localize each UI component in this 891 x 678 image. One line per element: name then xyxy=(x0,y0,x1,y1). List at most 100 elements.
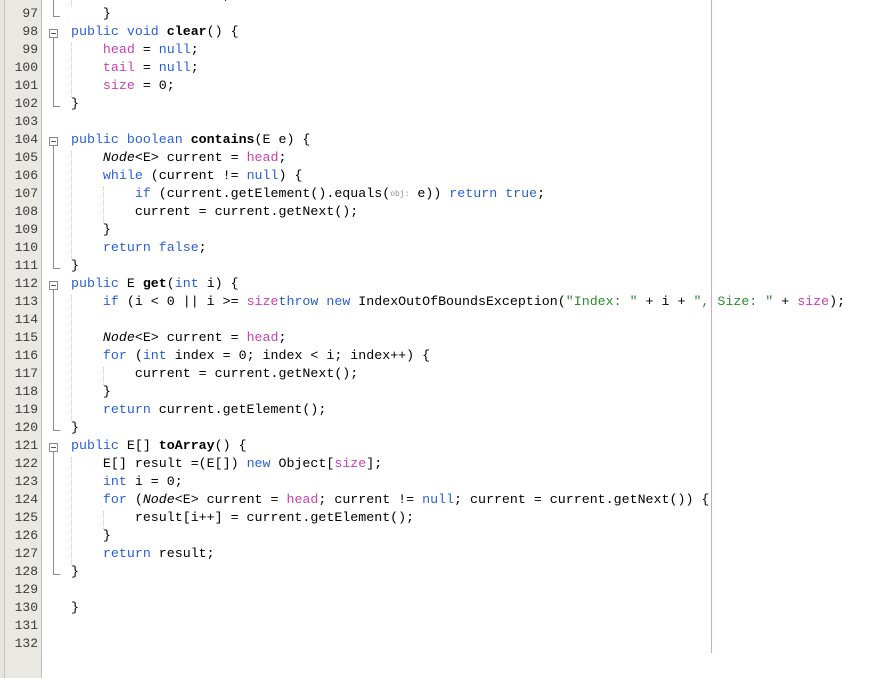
line-number: 132 xyxy=(14,636,38,651)
code-text: E[] result =(E[]) new Object[size]; xyxy=(71,455,382,473)
code-text: } xyxy=(71,563,79,581)
code-line[interactable]: 101 size = 0; xyxy=(0,77,891,95)
code-line[interactable]: 122 E[] result =(E[]) new Object[size]; xyxy=(0,455,891,473)
code-text: public void clear() { xyxy=(71,23,239,41)
code-line[interactable]: 99 head = null; xyxy=(0,41,891,59)
line-number: 120 xyxy=(14,420,38,435)
code-line[interactable]: 102} xyxy=(0,95,891,113)
code-line[interactable]: 117 current = current.getNext(); xyxy=(0,365,891,383)
line-number: 102 xyxy=(14,96,38,111)
code-text: for (int index = 0; index < i; index++) … xyxy=(71,347,430,365)
indent-guide xyxy=(71,43,72,97)
code-token: ; xyxy=(278,150,287,165)
code-token: ; xyxy=(190,42,199,57)
fold-collapse-icon[interactable] xyxy=(49,443,58,452)
line-number: 107 xyxy=(14,186,38,201)
code-token: E xyxy=(126,276,143,291)
code-token: index = 0; index < i; index++) { xyxy=(166,348,431,363)
code-line[interactable]: 103 xyxy=(0,113,891,131)
code-token: () { xyxy=(206,24,239,39)
code-text: return result; xyxy=(71,545,215,563)
code-text: public E get(int i) { xyxy=(71,275,239,293)
code-line[interactable]: 110 return false; xyxy=(0,239,891,257)
code-line[interactable]: 124 for (Node<E> current = head; current… xyxy=(0,491,891,509)
fold-line xyxy=(53,452,54,574)
code-line[interactable]: 106 while (current != null) { xyxy=(0,167,891,185)
code-token: (current != xyxy=(142,168,247,183)
line-number: 101 xyxy=(14,78,38,93)
code-token: null xyxy=(158,60,191,75)
code-text: public E[] toArray() { xyxy=(71,437,247,455)
code-text: } xyxy=(71,419,79,437)
code-line[interactable]: 123 int i = 0; xyxy=(0,473,891,491)
code-token: null xyxy=(246,168,279,183)
code-line[interactable]: 111} xyxy=(0,257,891,275)
fold-end-marker xyxy=(53,16,60,17)
code-token: null xyxy=(422,492,455,507)
code-line[interactable]: 131 xyxy=(0,617,891,635)
fold-collapse-icon[interactable] xyxy=(49,29,58,38)
code-line[interactable]: 119 return current.getElement(); xyxy=(0,401,891,419)
code-text: } xyxy=(71,527,111,545)
indent-guide xyxy=(103,367,104,385)
code-line[interactable]: 120} xyxy=(0,419,891,437)
code-line[interactable]: 112 public E get(int i) { xyxy=(0,275,891,293)
line-number: 131 xyxy=(14,618,38,633)
code-line[interactable]: 115 Node<E> current = head; xyxy=(0,329,891,347)
code-token: if xyxy=(71,186,151,201)
code-line[interactable]: 129 xyxy=(0,581,891,599)
line-number: 119 xyxy=(14,402,38,417)
code-token: throw new xyxy=(278,294,359,309)
code-line[interactable]: 108 current = current.getNext(); xyxy=(0,203,891,221)
code-line[interactable]: 132 xyxy=(0,635,891,653)
code-line[interactable]: 114 xyxy=(0,311,891,329)
code-line[interactable]: 113 if (i < 0 || i >= sizethrow new Inde… xyxy=(0,293,891,311)
code-token: current = current.getNext(); xyxy=(71,204,359,219)
code-token: ; xyxy=(278,330,287,345)
code-line[interactable]: 97 } xyxy=(0,5,891,23)
indent-guide xyxy=(71,0,72,7)
code-line[interactable]: 127 return result; xyxy=(0,545,891,563)
code-token: public xyxy=(71,276,127,291)
code-line[interactable]: 116 for (int index = 0; index < i; index… xyxy=(0,347,891,365)
code-token: Node xyxy=(142,492,175,507)
code-line[interactable]: 130} xyxy=(0,599,891,617)
code-token: return false xyxy=(71,240,199,255)
code-line[interactable]: 128} xyxy=(0,563,891,581)
code-token: result; xyxy=(150,546,215,561)
code-token: contains xyxy=(190,132,255,147)
indent-guide xyxy=(103,187,104,223)
indent-guide xyxy=(71,151,72,259)
line-number: 125 xyxy=(14,510,38,525)
fold-line xyxy=(53,0,54,16)
code-line[interactable]: 98 public void clear() { xyxy=(0,23,891,41)
line-number: 99 xyxy=(22,42,38,57)
code-line[interactable]: 118 } xyxy=(0,383,891,401)
code-token: (i < 0 || i >= xyxy=(118,294,247,309)
line-number: 123 xyxy=(14,474,38,489)
code-token: i = 0; xyxy=(126,474,183,489)
fold-collapse-icon[interactable] xyxy=(49,281,58,290)
code-token: ); xyxy=(829,294,846,309)
line-number: 126 xyxy=(14,528,38,543)
code-token: ; current = current.getNext()) { xyxy=(454,492,710,507)
fold-line xyxy=(53,38,54,106)
code-line[interactable]: 109 } xyxy=(0,221,891,239)
code-token: + xyxy=(773,294,798,309)
code-line[interactable]: 121 public E[] toArray() { xyxy=(0,437,891,455)
code-text: return false; xyxy=(71,239,207,257)
code-token: } xyxy=(71,600,79,615)
code-line[interactable]: 104 public boolean contains(E e) { xyxy=(0,131,891,149)
line-number: 118 xyxy=(14,384,38,399)
fold-collapse-icon[interactable] xyxy=(49,137,58,146)
code-line[interactable]: 100 tail = null; xyxy=(0,59,891,77)
code-text: } xyxy=(71,599,79,617)
code-line[interactable]: 105 Node<E> current = head; xyxy=(0,149,891,167)
code-token: ; xyxy=(190,60,199,75)
code-line[interactable]: 107 if (current.getElement().equals(obj:… xyxy=(0,185,891,203)
line-number: 103 xyxy=(14,114,38,129)
code-line[interactable]: 125 result[i++] = current.getElement(); xyxy=(0,509,891,527)
code-line[interactable]: 126 } xyxy=(0,527,891,545)
fold-line xyxy=(53,146,54,268)
